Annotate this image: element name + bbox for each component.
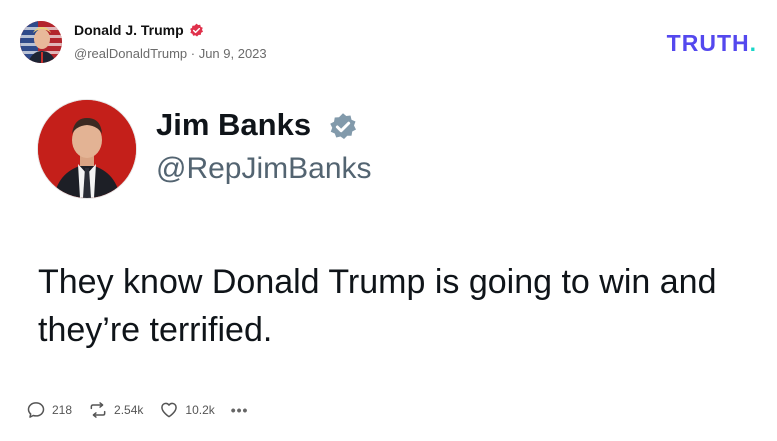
reply-button[interactable]: 218 (26, 400, 72, 420)
retruth-button[interactable]: 2.54k (88, 400, 143, 420)
author-avatar[interactable] (20, 21, 62, 63)
like-count: 10.2k (185, 403, 215, 417)
logo-dot: . (749, 30, 757, 56)
author-name[interactable]: Donald J. Trump (74, 20, 184, 40)
verified-badge-icon (190, 23, 203, 37)
verified-badge-icon (330, 113, 356, 139)
truth-social-logo: TRUTH. (667, 30, 757, 56)
logo-text: TRUTH (666, 30, 750, 56)
retruth-count: 2.54k (114, 403, 144, 417)
like-button[interactable]: 10.2k (159, 400, 215, 420)
author-avatar-image (20, 21, 62, 63)
ellipsis-icon: ••• (230, 402, 249, 418)
quoted-author-handle: @RepJimBanks (156, 152, 372, 185)
quoted-avatar-image (38, 100, 136, 198)
more-options-button[interactable]: ••• (231, 402, 249, 418)
speech-bubble-icon (27, 402, 45, 418)
reply-count: 218 (52, 403, 73, 417)
quoted-author-name: Jim Banks (156, 107, 312, 142)
heart-icon (161, 402, 178, 418)
author-handle-and-date[interactable]: @realDonaldTrump · Jun 9, 2023 (74, 45, 267, 63)
quoted-avatar (38, 100, 136, 198)
quoted-post-text: They know Donald Trump is going to win a… (38, 263, 717, 349)
repost-arrows-icon (90, 402, 106, 418)
post-action-bar: 218 2.54k 10.2k ••• (26, 398, 248, 422)
